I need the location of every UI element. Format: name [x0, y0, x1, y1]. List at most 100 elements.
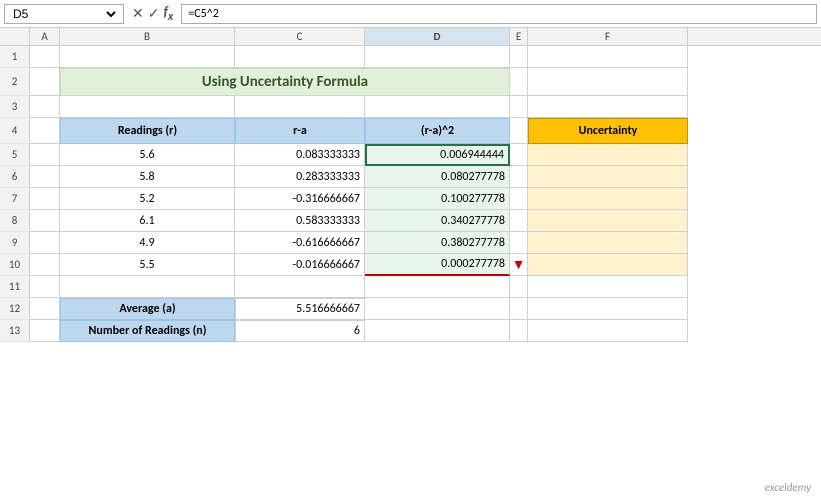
row-11: 11 [0, 276, 821, 298]
cell-c11[interactable] [235, 276, 365, 298]
cell-c9[interactable]: -0.616666667 [235, 232, 365, 254]
cell-b6[interactable]: 5.8 [60, 166, 235, 188]
cell-b11[interactable] [60, 276, 235, 298]
average-label: Average (a) [119, 302, 175, 316]
row-13: 13 Number of Readings (n) 6 [0, 320, 821, 342]
cell-e4[interactable] [510, 118, 528, 144]
cell-f12[interactable] [528, 298, 688, 320]
col-header-c[interactable]: C [235, 28, 365, 45]
name-box-select[interactable]: D5 [9, 6, 119, 22]
cell-f2[interactable] [528, 68, 688, 96]
cell-d5[interactable]: 0.006944444 [365, 144, 510, 166]
cell-d1[interactable] [365, 46, 510, 68]
cell-c4-header[interactable]: r-a [235, 118, 365, 144]
cell-d4-header[interactable]: (r-a)^2 [365, 118, 510, 144]
name-box[interactable]: D5 [4, 4, 124, 24]
cell-e1[interactable] [510, 46, 528, 68]
cell-e8[interactable] [510, 210, 528, 232]
cell-b5[interactable]: 5.6 [60, 144, 235, 166]
cell-e2[interactable] [510, 68, 528, 96]
uncertainty-cell[interactable]: Uncertainty [528, 118, 688, 144]
cell-c6[interactable]: 0.283333333 [235, 166, 365, 188]
cell-f5[interactable] [528, 144, 688, 166]
cell-d8[interactable]: 0.340277778 [365, 210, 510, 232]
col-header-a[interactable]: A [30, 28, 60, 45]
cell-a3[interactable] [30, 96, 60, 118]
cell-d7[interactable]: 0.100277778 [365, 188, 510, 210]
cell-a10[interactable] [30, 254, 60, 276]
cell-a5[interactable] [30, 144, 60, 166]
cell-f13[interactable] [528, 320, 688, 342]
average-value-cell[interactable]: 5.516666667 [235, 298, 365, 320]
n-label-cell[interactable]: Number of Readings (n) [60, 320, 235, 342]
col-header-d[interactable]: D [365, 28, 510, 45]
cell-e13[interactable] [510, 320, 528, 342]
reading-6: 5.8 [139, 170, 154, 184]
average-value: 5.516666667 [296, 302, 360, 316]
row-7: 7 5.2 -0.316666667 0.100277778 [0, 188, 821, 210]
row-1: 1 [0, 46, 821, 68]
cell-a12[interactable] [30, 298, 60, 320]
cell-e11[interactable] [510, 276, 528, 298]
row-num-10: 10 [0, 254, 30, 276]
cell-e9[interactable] [510, 232, 528, 254]
cell-f11[interactable] [528, 276, 688, 298]
cell-c5[interactable]: 0.083333333 [235, 144, 365, 166]
cell-e6[interactable] [510, 166, 528, 188]
cell-f7[interactable] [528, 188, 688, 210]
cell-f1[interactable] [528, 46, 688, 68]
cell-c8[interactable]: 0.583333333 [235, 210, 365, 232]
title-cell[interactable]: Using Uncertainty Formula [60, 68, 510, 96]
cancel-icon[interactable]: ✕ [132, 5, 144, 22]
cell-b4-header[interactable]: Readings (r) [60, 118, 235, 144]
cell-e3[interactable] [510, 96, 528, 118]
reading-5: 5.6 [139, 148, 154, 162]
cell-c3[interactable] [235, 96, 365, 118]
col-header-e[interactable]: E [510, 28, 528, 45]
cell-d11[interactable] [365, 276, 510, 298]
cell-f8[interactable] [528, 210, 688, 232]
cell-d13[interactable] [365, 320, 510, 342]
formula-input[interactable]: =C5^2 [181, 4, 817, 24]
cell-a1[interactable] [30, 46, 60, 68]
cell-b10[interactable]: 5.5 [60, 254, 235, 276]
cell-d3[interactable] [365, 96, 510, 118]
cell-a7[interactable] [30, 188, 60, 210]
cell-a13[interactable] [30, 320, 60, 342]
cell-b8[interactable]: 6.1 [60, 210, 235, 232]
cell-d6[interactable]: 0.080277778 [365, 166, 510, 188]
cell-a4[interactable] [30, 118, 60, 144]
average-label-cell[interactable]: Average (a) [60, 298, 235, 320]
row-num-13: 13 [0, 320, 30, 342]
cell-c1[interactable] [235, 46, 365, 68]
cell-d9[interactable]: 0.380277778 [365, 232, 510, 254]
cell-e12[interactable] [510, 298, 528, 320]
cell-c10[interactable]: -0.016666667 [235, 254, 365, 276]
cell-a11[interactable] [30, 276, 60, 298]
cell-b3[interactable] [60, 96, 235, 118]
cell-b1[interactable] [60, 46, 235, 68]
cell-a6[interactable] [30, 166, 60, 188]
cell-b9[interactable]: 4.9 [60, 232, 235, 254]
cell-b7[interactable]: 5.2 [60, 188, 235, 210]
cell-c7[interactable]: -0.316666667 [235, 188, 365, 210]
cell-a2[interactable] [30, 68, 60, 96]
cell-a9[interactable] [30, 232, 60, 254]
cell-f9[interactable] [528, 232, 688, 254]
function-icon[interactable]: fx [163, 3, 173, 24]
cell-f6[interactable] [528, 166, 688, 188]
cell-d10[interactable]: 0.000277778 [365, 254, 510, 276]
cell-d12[interactable] [365, 298, 510, 320]
cell-a8[interactable] [30, 210, 60, 232]
col-header-b[interactable]: B [60, 28, 235, 45]
row-6: 6 5.8 0.283333333 0.080277778 [0, 166, 821, 188]
col-header-f[interactable]: F [528, 28, 688, 45]
row-4: 4 Readings (r) r-a (r-a)^2 Uncertainty [0, 118, 821, 144]
cell-f10[interactable] [528, 254, 688, 276]
corner-spacer [0, 28, 30, 45]
cell-e5[interactable] [510, 144, 528, 166]
cell-f3[interactable] [528, 96, 688, 118]
confirm-icon[interactable]: ✓ [148, 5, 160, 22]
cell-e7[interactable] [510, 188, 528, 210]
n-value-cell[interactable]: 6 [235, 320, 365, 342]
